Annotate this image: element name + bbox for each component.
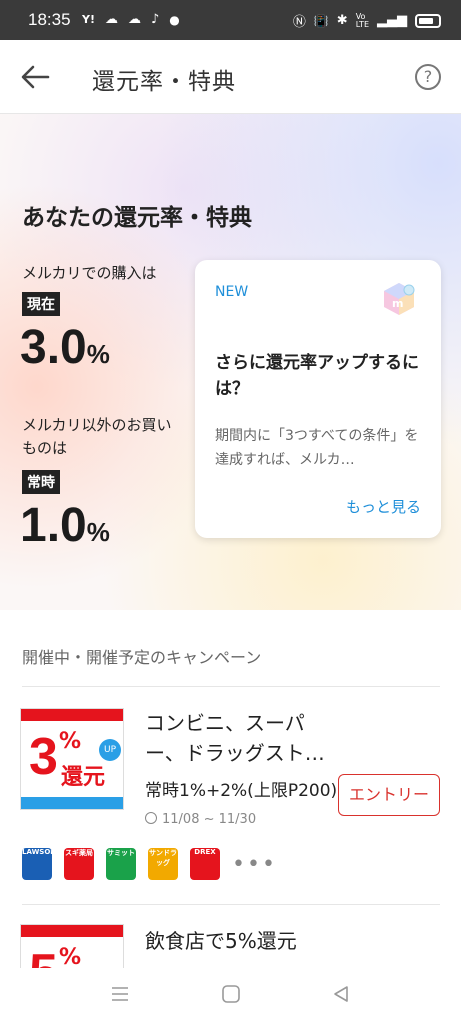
other-purchase-label-2: ものは — [22, 439, 68, 457]
thumb-percent: % — [59, 945, 82, 968]
yahoo-icon: Y! — [82, 13, 95, 26]
thumb-red-band — [21, 709, 123, 721]
lawson-logo: LAWSON — [22, 848, 52, 880]
mercari-rate-percent: % — [86, 339, 110, 369]
sugi-logo: スギ薬局 — [64, 848, 94, 880]
status-time: 18:35 — [28, 10, 71, 29]
app-bar: 還元率・特典 ? — [0, 40, 461, 114]
rate-summary-title: あなたの還元率・特典 — [22, 205, 252, 231]
cloud-icon: ☁ — [127, 12, 141, 27]
other-rate-percent: % — [86, 517, 110, 547]
thumb-number: 5 — [29, 943, 58, 968]
campaign-title[interactable]: コンビニ、スーパー、ドラッグスト… — [145, 708, 335, 768]
nfc-icon: Ⓝ — [292, 15, 306, 30]
mercari-rate: 3.0% — [20, 320, 110, 375]
campaign-subtitle: 常時1%+2%(上限P200) — [145, 781, 338, 801]
sundrug-logo: サンドラッグ — [148, 848, 178, 880]
other-rate: 1.0% — [20, 498, 110, 553]
menu-icon[interactable] — [110, 984, 130, 1004]
campaign-period-text: 11/08 ~ 11/30 — [162, 812, 257, 827]
card-description: 期間内に「3つすべての条件」を達成すれば、メルカ… — [215, 428, 419, 468]
4g-signal-icon: ▂▄▆ — [377, 13, 407, 28]
cloud-icon: ☁ — [104, 12, 118, 27]
back-arrow-icon[interactable] — [18, 62, 52, 92]
rate-up-card[interactable]: NEW m さらに還元率アップするには？ 期間内に「3つすべての条件」を達成すれ… — [195, 260, 441, 538]
rate-summary-section: あなたの還元率・特典 メルカリでの購入は 現在 3.0% メルカリ以外のお買い … — [0, 114, 461, 610]
always-badge: 常時 — [22, 470, 60, 494]
svg-text:m: m — [392, 297, 403, 310]
page-title: 還元率・特典 — [92, 69, 236, 95]
entry-button[interactable]: エントリー — [338, 774, 440, 816]
thumb-text: 還元 — [61, 765, 106, 790]
volte-icon: Vo LTE — [355, 11, 369, 29]
clock-icon — [145, 812, 157, 824]
back-triangle-icon[interactable] — [331, 984, 351, 1004]
mercari-rate-value: 3.0 — [20, 321, 87, 374]
thumb-up-badge: UP — [99, 739, 121, 761]
other-purchase-label: メルカリ以外のお買い — [22, 416, 172, 434]
campaign-title[interactable]: 飲食店で5%還元 — [145, 926, 335, 956]
divider — [22, 904, 440, 905]
dot-icon: ● — [169, 12, 180, 27]
more-stores-icon[interactable]: ••• — [232, 852, 277, 877]
current-badge: 現在 — [22, 292, 60, 316]
store-logo-list: LAWSON スギ薬局 サミット サンドラッグ DREX ••• — [22, 848, 277, 880]
other-rate-value: 1.0 — [20, 499, 87, 552]
bluetooth-icon: ✱ — [336, 13, 348, 28]
card-heading: さらに還元率アップするには？ — [215, 353, 419, 399]
thumb-blue-band — [21, 797, 123, 809]
divider — [22, 686, 440, 687]
status-bar: 18:35 Y! ☁ ☁ ♪ ● Ⓝ 📳 ✱ Vo LTE ▂▄▆ — [0, 0, 461, 40]
vibrate-icon: 📳 — [313, 13, 329, 28]
thumb-number: 3 — [29, 728, 58, 786]
campaign-section-title: 開催中・開催予定のキャンペーン — [22, 648, 262, 667]
thumb-percent: % — [59, 729, 82, 754]
campaign-thumbnail[interactable]: 5 % — [20, 924, 124, 968]
summit-logo: サミット — [106, 848, 136, 880]
drex-logo: DREX — [190, 848, 220, 880]
battery-icon — [415, 13, 441, 28]
campaign-thumbnail[interactable]: 3 % 還元 UP — [20, 708, 124, 810]
help-icon[interactable]: ? — [415, 64, 441, 90]
home-icon[interactable] — [221, 984, 241, 1004]
new-label: NEW — [215, 284, 249, 300]
tiktok-icon: ♪ — [150, 12, 160, 27]
see-more-link[interactable]: もっと見る — [346, 496, 421, 517]
system-nav-bar — [0, 968, 461, 1024]
mercari-purchase-label: メルカリでの購入は — [22, 264, 157, 282]
thumb-red-band — [21, 925, 123, 937]
mercari-cube-icon: m — [384, 283, 415, 315]
campaign-period: 11/08 ~ 11/30 — [145, 812, 256, 827]
